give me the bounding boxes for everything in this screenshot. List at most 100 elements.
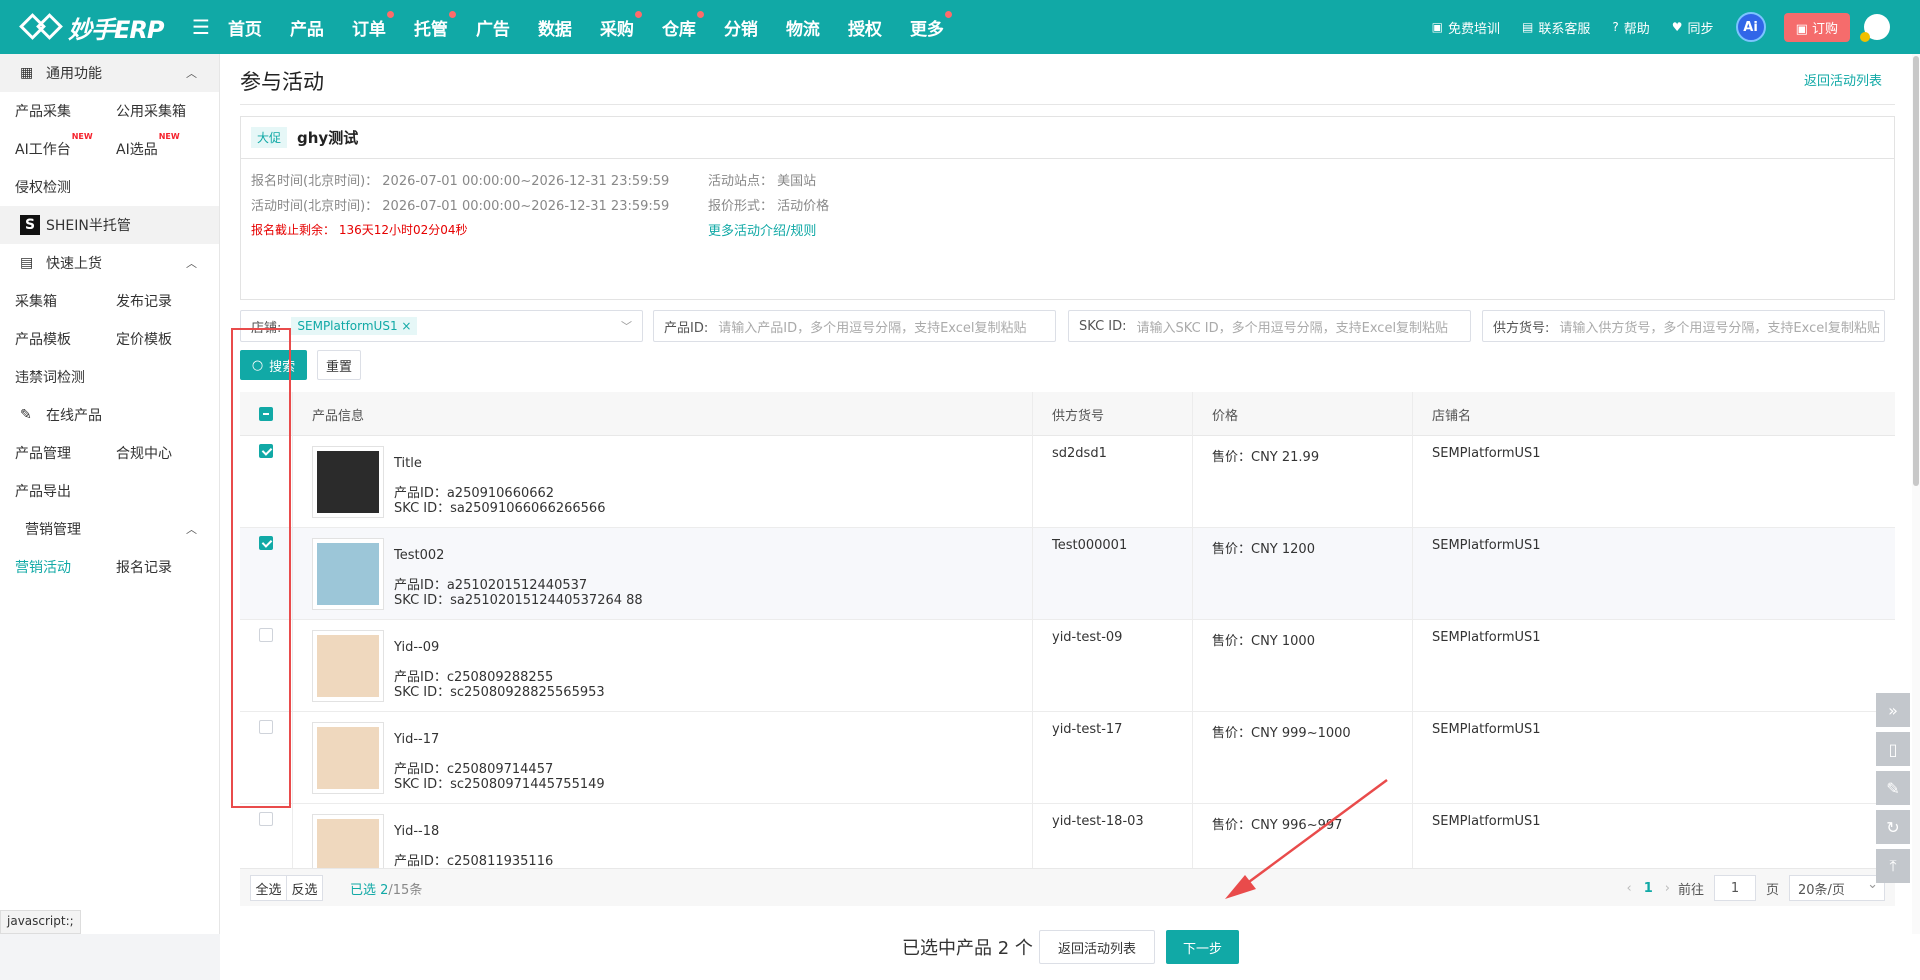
reset-button[interactable]: 重置 — [317, 350, 361, 380]
sidebar-item-label: SHEIN半托管 — [46, 218, 131, 234]
nav-item[interactable]: 产品 — [290, 15, 352, 40]
pagination: ‹ 1 › 前往 1 页 20条/页 — [1619, 869, 1895, 907]
nav-item[interactable]: 广告 — [476, 15, 538, 40]
sync-link[interactable]: ♥ 同步 — [1672, 18, 1714, 37]
nav-item-label: 采购 — [599, 19, 634, 40]
ai-button[interactable]: Ai — [1735, 12, 1766, 42]
product-thumbnail[interactable] — [312, 814, 384, 868]
double-chevron-icon[interactable]: » — [1876, 693, 1910, 727]
sidebar-group-quick[interactable]: ▤ 快速上货 ︿ — [0, 244, 219, 282]
nav-item[interactable]: 仓库 — [662, 10, 724, 40]
sidebar-group-general[interactable]: ▦ 通用功能 ︿ — [0, 54, 219, 92]
nav-item[interactable]: 分销 — [724, 15, 786, 40]
activity-rules-link[interactable]: 更多活动介绍/规则 — [708, 220, 816, 239]
menu-toggle-icon[interactable]: ☰ — [192, 15, 210, 39]
product-thumbnail[interactable] — [312, 630, 384, 702]
nav-item[interactable]: 数据 — [538, 15, 600, 40]
edit-icon: ✎ — [20, 407, 32, 423]
sidebar-item[interactable]: AI选品 NEW — [116, 132, 217, 159]
mobile-icon[interactable]: ▯ — [1876, 732, 1910, 766]
sidebar-item[interactable]: 报名记录 — [116, 557, 217, 577]
sidebar-item[interactable]: 产品导出 — [15, 481, 116, 501]
nav-item[interactable]: 授权 — [848, 15, 910, 40]
store-name: SEMPlatformUS1 — [1432, 722, 1541, 737]
product-thumbnail[interactable] — [312, 538, 384, 610]
sidebar-item[interactable]: 产品模板 — [15, 329, 116, 349]
sidebar-item[interactable]: 发布记录 — [116, 291, 217, 311]
back-to-list-button[interactable]: 返回活动列表 — [1039, 930, 1155, 964]
sidebar-group-online[interactable]: ✎ 在线产品 — [0, 396, 219, 434]
store-select[interactable]: 店铺: SEMPlatformUS1 × ﹀ — [240, 310, 643, 342]
feedback-icon[interactable]: ✎ — [1876, 771, 1910, 805]
app-logo[interactable]: 妙手ERP — [0, 10, 190, 45]
help-label: 帮助 — [1623, 21, 1650, 37]
price: 售价：CNY 996~997 — [1212, 818, 1343, 833]
sidebar-item[interactable]: 产品管理 — [15, 443, 116, 463]
sidebar-item[interactable]: 违禁词检测 — [15, 367, 116, 387]
prev-page-icon[interactable]: ‹ — [1627, 881, 1632, 896]
product-id-label: 产品ID: — [664, 320, 709, 336]
store-tag[interactable]: SEMPlatformUS1 × — [291, 317, 418, 335]
page-size-select[interactable]: 20条/页 — [1789, 875, 1885, 901]
nav-item-label: 产品 — [289, 19, 324, 40]
sidebar-item[interactable]: 公用采集箱 — [116, 101, 217, 121]
skc-id: SKC ID：sc25080928825565953 — [394, 685, 605, 700]
row-checkbox[interactable] — [259, 812, 273, 826]
activity-header: 大促 ghy测试 — [241, 117, 1894, 159]
browser-status-bar: javascript:; — [0, 910, 81, 934]
skc-id-input[interactable]: SKC ID: 请输入SKC ID，多个用逗号分隔，支持Excel复制粘贴 — [1068, 310, 1471, 342]
back-to-activity-list-link[interactable]: 返回活动列表 — [1804, 70, 1882, 89]
sidebar-group-marketing[interactable]: 营销管理 ︿ — [0, 510, 219, 548]
sidebar-group-label: 快速上货 — [46, 256, 102, 272]
scrollbar-thumb[interactable] — [1913, 56, 1919, 486]
sidebar-item[interactable]: 产品采集 — [15, 101, 116, 121]
sidebar-item[interactable]: 定价模板 — [116, 329, 217, 349]
document-icon: ▤ — [20, 255, 34, 271]
training-icon: ▣ — [1431, 20, 1444, 34]
product-thumbnail[interactable] — [312, 722, 384, 794]
refresh-icon[interactable]: ↻ — [1876, 810, 1910, 844]
sidebar-item[interactable]: 营销活动 — [15, 557, 116, 577]
product-id-input[interactable]: 产品ID: 请输入产品ID，多个用逗号分隔，支持Excel复制粘贴 — [653, 310, 1056, 342]
sidebar-item-label: 公用采集箱 — [116, 104, 186, 120]
activity-name: ghy测试 — [297, 129, 359, 147]
service-link[interactable]: ▤ 联系客服 — [1522, 18, 1590, 37]
sidebar-item[interactable]: 侵权检测 — [15, 177, 116, 197]
activity-time: 活动时间(北京时间)： 2026-07-01 00:00:00~2026-12-… — [251, 199, 670, 214]
sidebar-item-label: 采集箱 — [15, 294, 57, 310]
help-link[interactable]: ? 帮助 — [1612, 18, 1649, 37]
supplier-sku: sd2dsd1 — [1052, 446, 1107, 461]
user-avatar[interactable] — [1860, 14, 1890, 42]
nav-item[interactable]: 托管 — [414, 10, 476, 40]
supplier-sku: Test000001 — [1052, 538, 1128, 553]
back-to-top-icon[interactable]: ⤒ — [1876, 849, 1910, 883]
supplier-sku-input[interactable]: 供方货号: 请输入供方货号，多个用逗号分隔，支持Excel复制粘贴 — [1482, 310, 1885, 342]
next-step-button[interactable]: 下一步 — [1166, 930, 1239, 964]
selected-products-text: 已选中产品 2 个 — [902, 938, 1033, 959]
sidebar-item[interactable]: 采集箱 — [15, 291, 116, 311]
sidebar-item-shein[interactable]: S SHEIN半托管 — [0, 206, 219, 244]
order-button[interactable]: ▣ 订购 — [1783, 12, 1850, 42]
training-link[interactable]: ▣ 免费培训 — [1432, 18, 1500, 37]
logo-icon — [19, 12, 64, 42]
notification-dot — [634, 10, 642, 18]
current-page[interactable]: 1 — [1644, 881, 1653, 896]
signup-time: 报名时间(北京时间)： 2026-07-01 00:00:00~2026-12-… — [251, 174, 670, 189]
notification-dot — [386, 10, 394, 18]
store-name: SEMPlatformUS1 — [1432, 538, 1541, 553]
sidebar-group-label: 在线产品 — [46, 408, 102, 424]
product-thumbnail[interactable] — [312, 446, 384, 518]
goto-page-input[interactable]: 1 — [1713, 875, 1756, 901]
select-all-button[interactable]: 全选 — [250, 875, 287, 901]
invert-selection-button[interactable]: 反选 — [286, 875, 323, 901]
sidebar-item[interactable]: AI工作台 NEW — [15, 132, 116, 159]
nav-item[interactable]: 订单 — [352, 10, 414, 40]
nav-item[interactable]: 物流 — [786, 15, 848, 40]
nav-item[interactable]: 更多 — [910, 10, 972, 40]
nav-item-label: 广告 — [475, 19, 510, 40]
next-page-icon[interactable]: › — [1665, 881, 1670, 896]
skc-id: SKC ID：sa25091066066266566 — [394, 501, 606, 516]
nav-item[interactable]: 采购 — [599, 10, 662, 40]
sidebar-item[interactable]: 合规中心 — [116, 443, 217, 463]
nav-item[interactable]: 首页 — [228, 15, 290, 40]
